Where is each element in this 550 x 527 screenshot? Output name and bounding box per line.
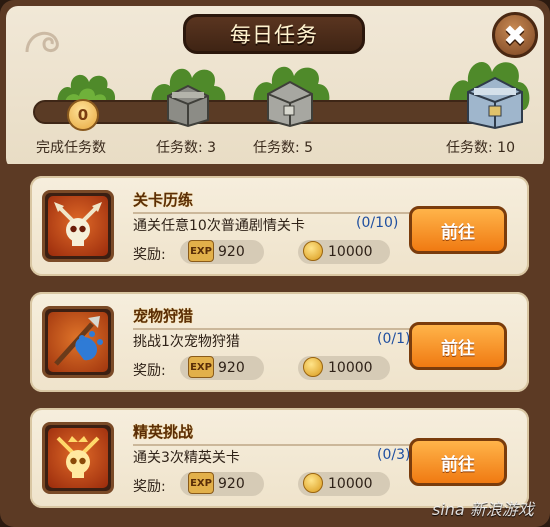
completed-count: 0 <box>77 106 89 124</box>
milestone-label-10: 任务数: 10 <box>446 140 515 156</box>
task-card: 宠物狩猎 挑战1次宠物狩猎 (0/1) 奖励: EXP 920 10000 前往 <box>30 292 529 392</box>
exp-icon: EXP <box>188 240 214 262</box>
coin-reward-value: 10000 <box>328 360 373 376</box>
skull-spears-icon <box>54 202 102 246</box>
task-icon-frame <box>42 190 114 262</box>
exp-icon: EXP <box>188 472 214 494</box>
task-card: 精英挑战 通关3次精英关卡 (0/3) 奖励: EXP 920 10000 前往 <box>30 408 529 508</box>
coin-reward-value: 10000 <box>328 476 373 492</box>
window-title-tab: 每日任务 <box>183 14 365 54</box>
spear-paw-icon <box>54 316 103 366</box>
go-button[interactable]: 前往 <box>409 206 507 254</box>
coin-reward-value: 10000 <box>328 244 373 260</box>
task-description: 通关3次精英关卡 <box>133 450 240 466</box>
task-icon-frame <box>42 306 114 378</box>
milestone-label-5: 任务数: 5 <box>253 140 314 156</box>
task-progress: (0/3) <box>377 447 411 463</box>
window-title: 每日任务 <box>230 23 318 47</box>
decorative-swirl-icon <box>25 31 59 53</box>
task-title: 关卡历练 <box>133 191 194 209</box>
title-divider <box>133 212 427 214</box>
title-divider <box>133 328 427 330</box>
task-progress: (0/10) <box>356 215 399 231</box>
coin-icon <box>303 357 323 377</box>
coin-icon <box>303 473 323 493</box>
task-description: 挑战1次宠物狩猎 <box>133 334 240 350</box>
close-icon: ✖ <box>503 18 527 52</box>
title-divider <box>133 444 427 446</box>
daily-tasks-window: 每日任务 ✖ 0 完成任务数 任务数: 3 任务数: 5 任务数: 10 关卡历… <box>0 0 550 527</box>
task-card: 关卡历练 通关任意10次普通剧情关卡 (0/10) 奖励: EXP 920 10… <box>30 176 529 276</box>
exp-reward-value: 920 <box>218 360 245 376</box>
golden-skull-icon <box>56 436 100 478</box>
reward-label: 奖励: <box>133 247 166 263</box>
exp-reward-value: 920 <box>218 476 245 492</box>
coin-icon <box>303 241 323 261</box>
task-title: 精英挑战 <box>133 423 194 441</box>
task-description: 通关任意10次普通剧情关卡 <box>133 218 305 234</box>
blue-chest-icon[interactable] <box>462 70 528 132</box>
milestone-label-completed: 完成任务数 <box>36 140 106 156</box>
stone-chest-icon[interactable] <box>162 80 214 128</box>
task-title: 宠物狩猎 <box>133 307 194 325</box>
watermark: sina 新浪游戏 <box>432 500 534 519</box>
task-icon-frame <box>42 422 114 494</box>
milestone-label-3: 任务数: 3 <box>156 140 217 156</box>
completed-count-badge: 0 <box>67 99 99 131</box>
exp-reward-value: 920 <box>218 244 245 260</box>
exp-icon: EXP <box>188 356 214 378</box>
reward-label: 奖励: <box>133 363 166 379</box>
go-button[interactable]: 前往 <box>409 438 507 486</box>
go-button[interactable]: 前往 <box>409 322 507 370</box>
silver-chest-icon[interactable] <box>262 76 318 128</box>
reward-label: 奖励: <box>133 479 166 495</box>
task-progress: (0/1) <box>377 331 411 347</box>
